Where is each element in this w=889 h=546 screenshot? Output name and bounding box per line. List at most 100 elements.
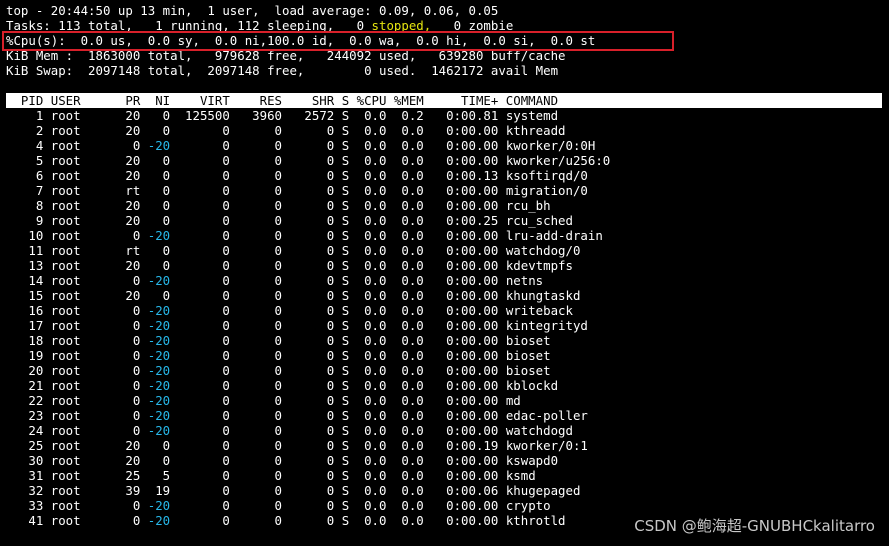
row-stats-command: 0 0 0 S 0.0 0.0 0:00.00 watchdogd	[170, 423, 573, 438]
table-row: 14 root 0 -20 0 0 0 S 0.0 0.0 0:00.00 ne…	[6, 273, 889, 288]
table-row: 2 root 20 0 0 0 0 S 0.0 0.0 0:00.00 kthr…	[6, 123, 889, 138]
table-row: 23 root 0 -20 0 0 0 S 0.0 0.0 0:00.00 ed…	[6, 408, 889, 423]
row-pid-user-pr: 31 root 25	[6, 468, 141, 483]
row-stats-command: 0 0 0 S 0.0 0.0 0:00.06 khugepaged	[170, 483, 581, 498]
row-stats-command: 0 0 0 S 0.0 0.0 0:00.00 kworker/u256:0	[170, 153, 611, 168]
table-row: 20 root 0 -20 0 0 0 S 0.0 0.0 0:00.00 bi…	[6, 363, 889, 378]
row-ni: -20	[140, 333, 171, 348]
terminal-output: top - 20:44:50 up 13 min, 1 user, load a…	[6, 3, 889, 528]
row-ni: -20	[140, 513, 171, 528]
table-row: 5 root 20 0 0 0 0 S 0.0 0.0 0:00.00 kwor…	[6, 153, 889, 168]
row-stats-command: 0 0 0 S 0.0 0.0 0:00.00 ksmd	[170, 468, 536, 483]
row-pid-user-pr: 20 root 0	[6, 363, 141, 378]
row-ni: 0	[140, 213, 171, 228]
cpu-line: %Cpu(s): 0.0 us, 0.0 sy, 0.0 ni,100.0 id…	[6, 33, 596, 48]
row-stats-command: 0 0 0 S 0.0 0.0 0:00.00 kthrotld	[170, 513, 566, 528]
row-pid-user-pr: 25 root 20	[6, 438, 141, 453]
row-ni: -20	[140, 348, 171, 363]
row-pid-user-pr: 41 root 0	[6, 513, 141, 528]
row-stats-command: 0 0 0 S 0.0 0.0 0:00.13 ksoftirqd/0	[170, 168, 588, 183]
row-ni: 0	[140, 153, 171, 168]
row-pid-user-pr: 18 root 0	[6, 333, 141, 348]
tasks-stopped: stopped,	[371, 18, 432, 33]
row-stats-command: 0 0 0 S 0.0 0.0 0:00.00 kswapd0	[170, 453, 559, 468]
table-row: 9 root 20 0 0 0 0 S 0.0 0.0 0:00.25 rcu_…	[6, 213, 889, 228]
row-pid-user-pr: 7 root rt	[6, 183, 141, 198]
row-ni: 0	[140, 438, 171, 453]
table-row: 8 root 20 0 0 0 0 S 0.0 0.0 0:00.00 rcu_…	[6, 198, 889, 213]
row-ni: -20	[140, 363, 171, 378]
row-stats-command: 0 0 0 S 0.0 0.0 0:00.00 lru-add-drain	[170, 228, 603, 243]
row-ni: -20	[140, 318, 171, 333]
row-stats-command: 0 0 0 S 0.0 0.0 0:00.00 writeback	[170, 303, 573, 318]
row-stats-command: 0 0 0 S 0.0 0.0 0:00.00 kdevtmpfs	[170, 258, 573, 273]
uptime-line: top - 20:44:50 up 13 min, 1 user, load a…	[6, 3, 499, 18]
table-row: 7 root rt 0 0 0 0 S 0.0 0.0 0:00.00 migr…	[6, 183, 889, 198]
row-ni: -20	[140, 393, 171, 408]
tasks-zombie: 0 zombie	[431, 18, 514, 33]
row-stats-command: 0 0 0 S 0.0 0.0 0:00.00 kblockd	[170, 378, 559, 393]
row-ni: 0	[140, 453, 171, 468]
row-stats-command: 0 0 0 S 0.0 0.0 0:00.00 rcu_bh	[170, 198, 551, 213]
row-ni: 0	[140, 123, 171, 138]
row-stats-command: 0 0 0 S 0.0 0.0 0:00.00 edac-poller	[170, 408, 588, 423]
row-ni: -20	[140, 423, 171, 438]
table-row: 16 root 0 -20 0 0 0 S 0.0 0.0 0:00.00 wr…	[6, 303, 889, 318]
row-pid-user-pr: 13 root 20	[6, 258, 141, 273]
row-stats-command: 0 0 0 S 0.0 0.0 0:00.25 rcu_sched	[170, 213, 573, 228]
row-ni: -20	[140, 378, 171, 393]
row-stats-command: 0 0 0 S 0.0 0.0 0:00.00 khungtaskd	[170, 288, 581, 303]
row-pid-user-pr: 21 root 0	[6, 378, 141, 393]
table-row: 1 root 20 0 125500 3960 2572 S 0.0 0.2 0…	[6, 108, 889, 123]
row-pid-user-pr: 32 root 39	[6, 483, 141, 498]
row-pid-user-pr: 24 root 0	[6, 423, 141, 438]
row-ni: 0	[140, 243, 171, 258]
row-ni: 5	[140, 468, 171, 483]
tasks-line: Tasks: 113 total, 1 running, 112 sleepin…	[6, 18, 889, 33]
row-stats-command: 0 0 0 S 0.0 0.0 0:00.00 kworker/0:0H	[170, 138, 596, 153]
process-table-header: PID USER PR NI VIRT RES SHR S %CPU %MEM …	[6, 93, 882, 108]
row-ni: 19	[140, 483, 171, 498]
row-ni: 0	[140, 183, 171, 198]
row-pid-user-pr: 23 root 0	[6, 408, 141, 423]
row-stats-command: 0 0 0 S 0.0 0.0 0:00.00 kintegrityd	[170, 318, 588, 333]
row-ni: 0	[140, 258, 171, 273]
row-stats-command: 125500 3960 2572 S 0.0 0.2 0:00.81 syste…	[170, 108, 559, 123]
row-pid-user-pr: 8 root 20	[6, 198, 141, 213]
row-stats-command: 0 0 0 S 0.0 0.0 0:00.00 kthreadd	[170, 123, 566, 138]
row-pid-user-pr: 6 root 20	[6, 168, 141, 183]
row-stats-command: 0 0 0 S 0.0 0.0 0:00.00 crypto	[170, 498, 551, 513]
row-ni: -20	[140, 273, 171, 288]
row-ni: 0	[140, 168, 171, 183]
row-stats-command: 0 0 0 S 0.0 0.0 0:00.00 netns	[170, 273, 544, 288]
row-ni: -20	[140, 498, 171, 513]
row-ni: -20	[140, 138, 171, 153]
row-pid-user-pr: 11 root rt	[6, 243, 141, 258]
row-stats-command: 0 0 0 S 0.0 0.0 0:00.00 bioset	[170, 348, 551, 363]
row-stats-command: 0 0 0 S 0.0 0.0 0:00.00 watchdog/0	[170, 243, 581, 258]
table-row: 32 root 39 19 0 0 0 S 0.0 0.0 0:00.06 kh…	[6, 483, 889, 498]
row-ni: 0	[140, 108, 171, 123]
table-row: 24 root 0 -20 0 0 0 S 0.0 0.0 0:00.00 wa…	[6, 423, 889, 438]
table-row: 30 root 20 0 0 0 0 S 0.0 0.0 0:00.00 ksw…	[6, 453, 889, 468]
table-row: 15 root 20 0 0 0 0 S 0.0 0.0 0:00.00 khu…	[6, 288, 889, 303]
row-pid-user-pr: 22 root 0	[6, 393, 141, 408]
row-pid-user-pr: 4 root 0	[6, 138, 141, 153]
tasks-text: Tasks: 113 total, 1 running, 112 sleepin…	[6, 18, 372, 33]
watermark: CSDN @鲍海超-GNUBHCkalitarro	[634, 517, 875, 535]
table-row: 6 root 20 0 0 0 0 S 0.0 0.0 0:00.13 ksof…	[6, 168, 889, 183]
row-stats-command: 0 0 0 S 0.0 0.0 0:00.00 bioset	[170, 363, 551, 378]
table-row: 22 root 0 -20 0 0 0 S 0.0 0.0 0:00.00 md	[6, 393, 889, 408]
table-row: 17 root 0 -20 0 0 0 S 0.0 0.0 0:00.00 ki…	[6, 318, 889, 333]
row-pid-user-pr: 16 root 0	[6, 303, 141, 318]
table-row: 25 root 20 0 0 0 0 S 0.0 0.0 0:00.19 kwo…	[6, 438, 889, 453]
row-ni: -20	[140, 303, 171, 318]
table-row: 11 root rt 0 0 0 0 S 0.0 0.0 0:00.00 wat…	[6, 243, 889, 258]
row-pid-user-pr: 10 root 0	[6, 228, 141, 243]
row-pid-user-pr: 5 root 20	[6, 153, 141, 168]
row-ni: -20	[140, 228, 171, 243]
row-pid-user-pr: 9 root 20	[6, 213, 141, 228]
row-ni: 0	[140, 198, 171, 213]
row-pid-user-pr: 15 root 20	[6, 288, 141, 303]
